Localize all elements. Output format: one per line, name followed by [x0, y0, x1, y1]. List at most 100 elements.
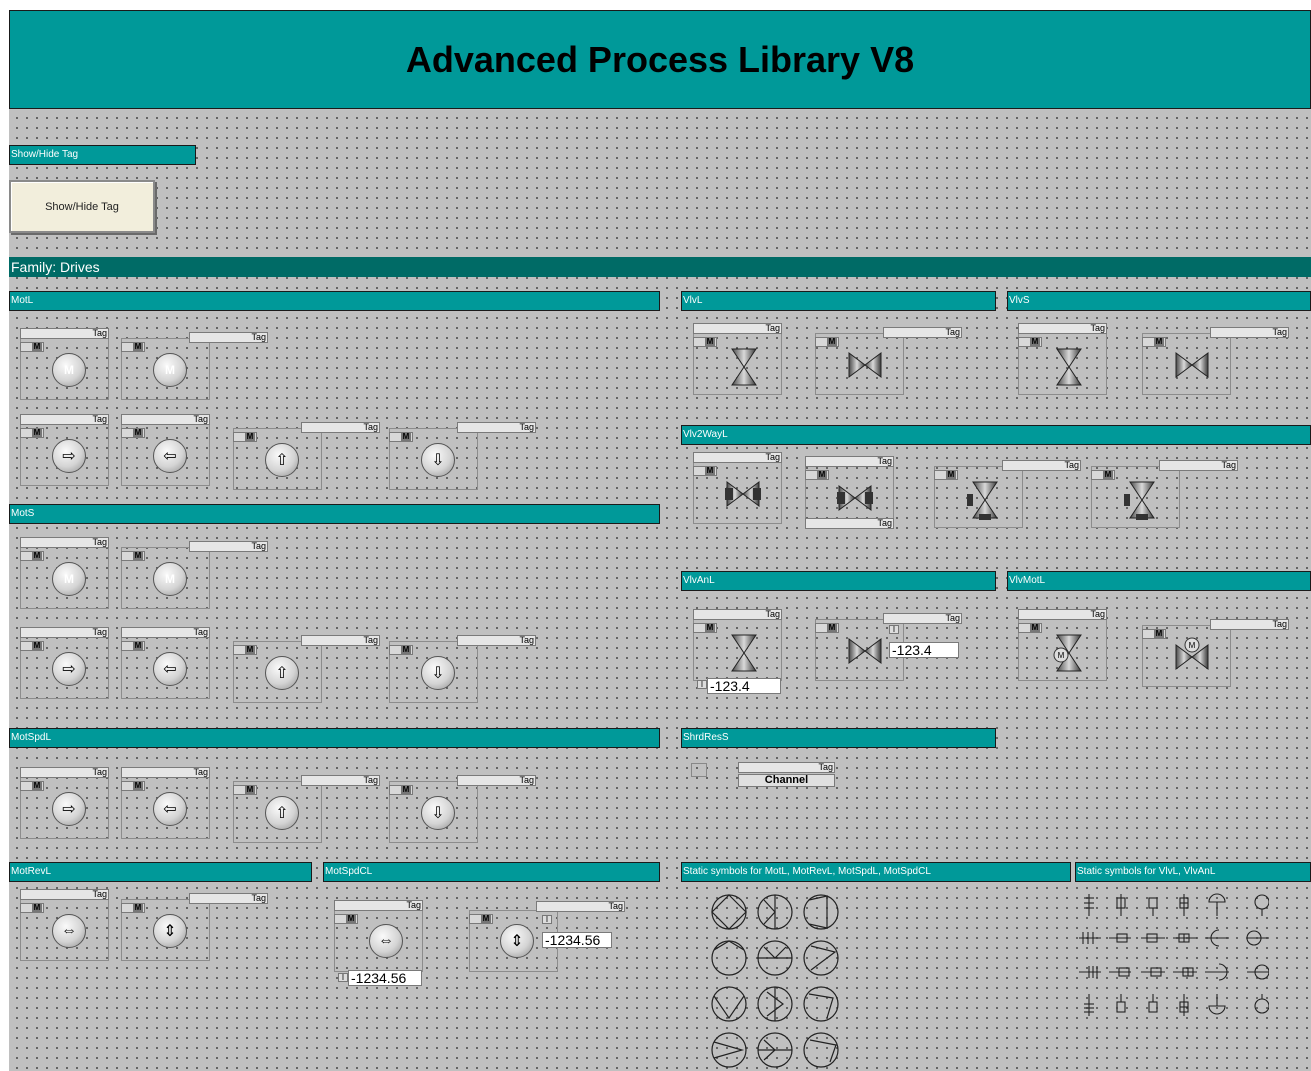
- show-hide-tag-button[interactable]: Show/Hide Tag: [9, 180, 155, 233]
- vlv2wayl-4-tag: Tag: [1159, 460, 1238, 471]
- vlvl-1-manual-indicator[interactable]: M: [693, 337, 717, 347]
- vlvs-2-manual-indicator[interactable]: M: [1142, 337, 1166, 347]
- motl-5-motor-direction-icon[interactable]: ⇧: [265, 443, 299, 477]
- motl-4-motor-direction-icon[interactable]: ⇦: [153, 439, 187, 473]
- motspdcl-2-value-indicator: I: [542, 915, 552, 924]
- vlvanl-1-valve-icon[interactable]: [726, 633, 762, 673]
- motl-6-tag: Tag: [457, 422, 536, 433]
- mots-2-tag: Tag: [189, 541, 268, 552]
- mots-1-tag: Tag: [20, 537, 109, 548]
- motspdl-2-manual-indicator[interactable]: M: [121, 781, 145, 791]
- motspdl-3-manual-indicator[interactable]: M: [233, 785, 257, 795]
- vlvl-1-valve-icon[interactable]: [726, 347, 762, 387]
- vlvmotl-1-manual-indicator[interactable]: M: [1018, 623, 1042, 633]
- motspdl-4-manual-indicator[interactable]: M: [389, 785, 413, 795]
- manual-mode-letter: M: [32, 641, 42, 650]
- motl-6-motor-direction-icon[interactable]: ⇩: [421, 443, 455, 477]
- motl-2-manual-indicator[interactable]: M: [121, 342, 145, 352]
- mots-3-motor-direction-icon[interactable]: ⇨: [52, 652, 86, 686]
- vlvmotl-2-manual-indicator[interactable]: M: [1142, 629, 1166, 639]
- section-motspdl: MotSpdL: [9, 728, 660, 748]
- vlv2wayl-3-manual-indicator[interactable]: M: [934, 470, 958, 480]
- mots-6-motor-direction-icon[interactable]: ⇩: [421, 656, 455, 690]
- mots-1-manual-indicator[interactable]: M: [20, 551, 44, 561]
- vlvs-2-valve-icon[interactable]: [1174, 345, 1210, 385]
- motspdl-3-motor-direction-icon[interactable]: ⇧: [265, 796, 299, 830]
- motl-1-motor-icon[interactable]: M: [52, 353, 86, 387]
- mots-5-motor-direction-icon[interactable]: ⇧: [265, 656, 299, 690]
- manual-mode-letter: M: [32, 551, 42, 560]
- motspdcl-2-manual-indicator[interactable]: M: [469, 914, 493, 924]
- manual-mode-letter: M: [133, 903, 143, 912]
- motspdl-1-manual-indicator[interactable]: M: [20, 781, 44, 791]
- motrevl-1-motor-direction-icon[interactable]: ⇔: [52, 914, 86, 948]
- motspdcl-2-motor-direction-icon[interactable]: ⇕: [500, 924, 534, 958]
- vlvs-1-manual-indicator[interactable]: M: [1018, 337, 1042, 347]
- motrevl-1-manual-indicator[interactable]: M: [20, 903, 44, 913]
- vlv2wayl-1-manual-indicator[interactable]: M: [693, 466, 717, 476]
- motl-3-manual-indicator[interactable]: M: [20, 428, 44, 438]
- vlvanl-2-manual-indicator[interactable]: M: [815, 623, 839, 633]
- vlvs-1-tag: Tag: [1018, 323, 1107, 334]
- section-motrevl: MotRevL: [9, 862, 312, 882]
- vlv2wayl-4-manual-indicator[interactable]: M: [1091, 470, 1115, 480]
- svg-text:M: M: [1189, 641, 1196, 650]
- mots-2-motor-icon[interactable]: M: [153, 562, 187, 596]
- motor-symbol-row-2: [711, 940, 839, 976]
- vlv2wayl-2-manual-indicator[interactable]: M: [805, 470, 829, 480]
- motrevl-2-tag: Tag: [189, 893, 268, 904]
- vlvmotl-2-valve-icon[interactable]: M: [1174, 637, 1210, 677]
- mots-5-manual-indicator[interactable]: M: [233, 645, 257, 655]
- section-vlvl: VlvL: [681, 291, 996, 311]
- motl-6-manual-indicator[interactable]: M: [389, 432, 413, 442]
- motspdl-1-motor-direction-icon[interactable]: ⇨: [52, 792, 86, 826]
- mots-2-manual-indicator[interactable]: M: [121, 551, 145, 561]
- motspdl-2-motor-direction-icon[interactable]: ⇦: [153, 792, 187, 826]
- mots-6-manual-indicator[interactable]: M: [389, 645, 413, 655]
- vlvmotl-1-valve-icon[interactable]: M: [1051, 633, 1087, 673]
- manual-mode-letter: M: [133, 551, 143, 560]
- motl-4-tag: Tag: [121, 414, 210, 425]
- motl-3-motor-direction-icon[interactable]: ⇨: [52, 439, 86, 473]
- motl-1-tag: Tag: [20, 328, 109, 339]
- motl-2-motor-icon[interactable]: M: [153, 353, 187, 387]
- motl-5-tag: Tag: [301, 422, 380, 433]
- motspdcl-1-motor-direction-icon[interactable]: ⇔: [369, 924, 403, 958]
- manual-mode-letter: M: [32, 342, 42, 351]
- vlv2wayl-4-valve-icon[interactable]: [1124, 480, 1160, 520]
- motl-1-manual-indicator[interactable]: M: [20, 342, 44, 352]
- motspdcl-1-manual-indicator[interactable]: M: [334, 914, 358, 924]
- vlvanl-2-value-indicator: I: [889, 625, 899, 634]
- vlvl-2-manual-indicator[interactable]: M: [815, 337, 839, 347]
- mots-1-motor-icon[interactable]: M: [52, 562, 86, 596]
- motrevl-2-manual-indicator[interactable]: M: [121, 903, 145, 913]
- page-title: Advanced Process Library V8: [405, 38, 915, 80]
- vlvl-2-valve-icon[interactable]: [847, 345, 883, 385]
- show-hide-tag-button-label: Show/Hide Tag: [45, 200, 119, 213]
- mots-4-manual-indicator[interactable]: M: [121, 641, 145, 651]
- vlvmotl-2-tag: Tag: [1210, 619, 1289, 630]
- motspdl-4-motor-direction-icon[interactable]: ⇩: [421, 796, 455, 830]
- mots-3-manual-indicator[interactable]: M: [20, 641, 44, 651]
- motl-5-manual-indicator[interactable]: M: [233, 432, 257, 442]
- mots-4-motor-direction-icon[interactable]: ⇦: [153, 652, 187, 686]
- manual-mode-letter: M: [1154, 629, 1164, 638]
- vlvanl-2-valve-icon[interactable]: [847, 631, 883, 671]
- section-vlvs: VlvS: [1007, 291, 1311, 311]
- manual-mode-letter: M: [705, 466, 715, 475]
- motspdcl-1-tag: Tag: [334, 900, 423, 911]
- vlv2wayl-1-valve-icon[interactable]: [725, 474, 761, 514]
- shrdress-indicator[interactable]: [691, 763, 707, 777]
- vlvanl-1-manual-indicator[interactable]: M: [693, 623, 717, 633]
- vlvmotl-1-tag: Tag: [1018, 609, 1107, 620]
- manual-mode-letter: M: [245, 785, 255, 794]
- section-mots: MotS: [9, 504, 660, 524]
- manual-mode-letter: M: [401, 432, 411, 441]
- vlv2wayl-2-tag: Tag: [805, 456, 894, 467]
- motrevl-2-motor-direction-icon[interactable]: ⇕: [153, 914, 187, 948]
- vlvs-1-valve-icon[interactable]: [1051, 347, 1087, 387]
- motl-4-manual-indicator[interactable]: M: [121, 428, 145, 438]
- static-motor-symbols: [711, 894, 839, 1068]
- vlv2wayl-3-valve-icon[interactable]: [967, 480, 1003, 520]
- vlv2wayl-2-valve-icon[interactable]: [837, 478, 873, 518]
